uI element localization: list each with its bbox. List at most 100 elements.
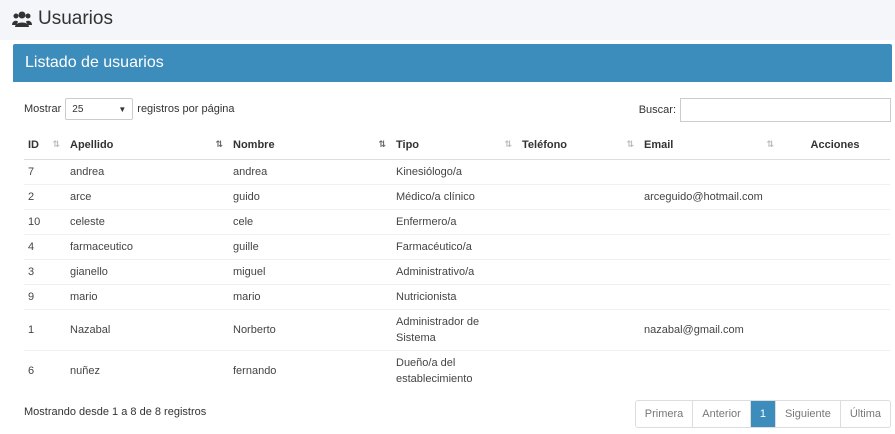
sort-icon: ⇅	[52, 139, 60, 149]
cell-acciones	[780, 283, 890, 309]
page-title: Usuarios	[12, 8, 113, 30]
cell-tipo: Nutricionista	[392, 283, 518, 309]
cell-apellido: gianello	[66, 258, 229, 284]
col-header-acciones: Acciones	[780, 131, 890, 160]
cell-nombre: guille	[229, 233, 392, 259]
cell-id: 1	[24, 308, 66, 350]
panel-header: Listado de usuarios	[13, 44, 892, 82]
cell-apellido: Nazabal	[66, 308, 229, 350]
pagination: Primera Anterior 1 Siguiente Última	[634, 400, 891, 428]
col-header-id[interactable]: ID ⇅	[24, 131, 66, 160]
cell-id: 9	[24, 283, 66, 309]
cell-nombre: Norberto	[229, 308, 392, 350]
cell-acciones	[780, 349, 890, 391]
page-header: Usuarios	[0, 0, 895, 40]
table-row: 9 mario mario Nutricionista	[24, 283, 890, 309]
tipo-line: Administrativo/a	[396, 265, 475, 278]
tipo-line: Enfermero/a	[396, 215, 457, 228]
cell-telefono	[518, 349, 640, 391]
table-header-row: ID ⇅ Apellido ⇅ Nombre ⇅ Tipo ⇅ Teléfono ⇅ Em…	[24, 131, 890, 160]
cell-tipo: Farmacéutico/a	[392, 233, 518, 259]
table-body: 7 andrea andrea Kinesiólogo/a 2 arce guido Médi…	[24, 158, 890, 391]
table-row: 7 andrea andrea Kinesiólogo/a	[24, 158, 890, 184]
cell-telefono	[518, 258, 640, 284]
cell-tipo: Médico/a clínico	[392, 183, 518, 209]
tipo-line: Kinesiólogo/a	[396, 165, 463, 178]
cell-tipo: Dueño/a del establecimiento	[392, 349, 518, 391]
sort-icon: ⇅	[766, 139, 774, 149]
cell-id: 2	[24, 183, 66, 209]
cell-nombre: cele	[229, 208, 392, 234]
cell-id: 3	[24, 258, 66, 284]
cell-tipo: Enfermero/a	[392, 208, 518, 234]
cell-telefono	[518, 183, 640, 209]
pagination-page-1[interactable]: 1	[750, 401, 776, 427]
cell-acciones	[780, 308, 890, 350]
chevron-down-icon: ▼	[118, 104, 127, 114]
tipo-line: Farmacéutico/a	[396, 240, 472, 253]
col-header-apellido[interactable]: Apellido ⇅	[66, 131, 229, 160]
search-input[interactable]	[680, 98, 891, 122]
cell-apellido: nuñez	[66, 349, 229, 391]
cell-id: 7	[24, 158, 66, 184]
cell-acciones	[780, 183, 890, 209]
pagination-next[interactable]: Siguiente	[775, 401, 841, 427]
panel-title: Listado de usuarios	[25, 54, 164, 71]
users-icon	[12, 11, 32, 27]
cell-nombre: mario	[229, 283, 392, 309]
length-control: Mostrar 25 ▼ registros por página	[24, 98, 235, 120]
tipo-line: establecimiento	[396, 372, 473, 385]
cell-telefono	[518, 308, 640, 350]
cell-nombre: fernando	[229, 349, 392, 391]
cell-apellido: arce	[66, 183, 229, 209]
cell-acciones	[780, 208, 890, 234]
cell-email	[640, 233, 780, 259]
cell-email	[640, 208, 780, 234]
cell-telefono	[518, 283, 640, 309]
cell-apellido: farmaceutico	[66, 233, 229, 259]
cell-tipo: Administrador de Sistema	[392, 308, 518, 350]
cell-acciones	[780, 233, 890, 259]
page-length-value: 25	[72, 103, 84, 115]
sort-icon: ⇅	[504, 139, 512, 149]
length-prefix: Mostrar	[24, 103, 62, 115]
cell-telefono	[518, 208, 640, 234]
cell-nombre: andrea	[229, 158, 392, 184]
cell-email: nazabal@gmail.com	[640, 308, 780, 350]
users-table: ID ⇅ Apellido ⇅ Nombre ⇅ Tipo ⇅ Teléfono ⇅ Em…	[24, 131, 890, 391]
cell-id: 4	[24, 233, 66, 259]
cell-id: 10	[24, 208, 66, 234]
cell-nombre: guido	[229, 183, 392, 209]
search-control: Buscar:	[639, 98, 891, 122]
cell-email	[640, 158, 780, 184]
sort-icon: ⇅	[626, 139, 634, 149]
cell-email	[640, 283, 780, 309]
col-header-telefono[interactable]: Teléfono ⇅	[518, 131, 640, 160]
length-suffix: registros por página	[137, 103, 235, 115]
cell-email	[640, 349, 780, 391]
cell-nombre: miguel	[229, 258, 392, 284]
col-header-tipo[interactable]: Tipo ⇅	[392, 131, 518, 160]
cell-telefono	[518, 158, 640, 184]
pagination-first[interactable]: Primera	[635, 401, 694, 427]
cell-tipo: Kinesiólogo/a	[392, 158, 518, 184]
pagination-last[interactable]: Última	[840, 401, 890, 427]
table-info: Mostrando desde 1 a 8 de 8 registros	[24, 406, 207, 418]
cell-email	[640, 258, 780, 284]
page-length-select[interactable]: 25 ▼	[65, 98, 134, 120]
col-header-nombre[interactable]: Nombre ⇅	[229, 131, 392, 160]
table-row: 4 farmaceutico guille Farmacéutico/a	[24, 233, 890, 259]
cell-apellido: mario	[66, 283, 229, 309]
tipo-line: Nutricionista	[396, 290, 457, 303]
cell-telefono	[518, 233, 640, 259]
page-title-text: Usuarios	[38, 8, 113, 29]
pagination-previous[interactable]: Anterior	[693, 401, 751, 427]
table-row: 1 Nazabal Norberto Administrador de Sistema n…	[24, 308, 890, 350]
col-header-email[interactable]: Email ⇅	[640, 131, 780, 160]
cell-tipo: Administrativo/a	[392, 258, 518, 284]
sort-asc-icon: ⇅	[378, 139, 386, 149]
cell-apellido: celeste	[66, 208, 229, 234]
cell-apellido: andrea	[66, 158, 229, 184]
table-row: 10 celeste cele Enfermero/a	[24, 208, 890, 234]
cell-id: 6	[24, 349, 66, 391]
